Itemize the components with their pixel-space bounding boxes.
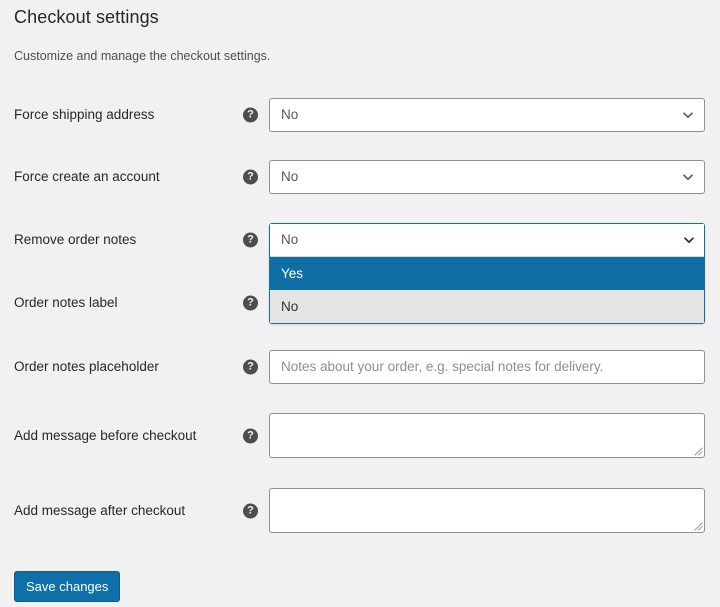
help-icon[interactable]: ?	[243, 232, 258, 248]
help-icon[interactable]: ?	[243, 107, 258, 123]
help-icon[interactable]: ?	[243, 295, 258, 311]
setting-row-force-shipping-address: Force shipping address ? No	[0, 98, 720, 132]
help-icon[interactable]: ?	[243, 503, 258, 518]
select-force-create-an-account[interactable]: No	[269, 160, 705, 194]
textarea-add-message-after-checkout[interactable]	[269, 488, 705, 533]
label-add-message-before-checkout: Add message before checkout	[14, 428, 197, 443]
resize-grip-icon[interactable]	[691, 444, 703, 456]
setting-row-order-notes-placeholder: Order notes placeholder ? Notes about yo…	[0, 350, 720, 384]
input-placeholder-order-notes-placeholder: Notes about your order, e.g. special not…	[281, 359, 604, 374]
input-order-notes-placeholder[interactable]: Notes about your order, e.g. special not…	[269, 350, 705, 384]
dropdown-value-text: No	[281, 232, 299, 247]
select-value-force-create-an-account: No	[281, 169, 299, 184]
label-remove-order-notes: Remove order notes	[14, 232, 137, 247]
chevron-down-icon	[681, 108, 695, 122]
setting-row-add-message-before-checkout: Add message before checkout ?	[0, 413, 720, 458]
dropdown-option-list: Yes No	[270, 256, 704, 323]
label-force-shipping-address: Force shipping address	[14, 107, 155, 122]
resize-grip-icon[interactable]	[691, 519, 703, 531]
save-changes-button[interactable]: Save changes	[14, 571, 121, 602]
checkout-settings-page: Checkout settings Customize and manage t…	[0, 0, 720, 607]
chevron-down-icon	[681, 170, 695, 184]
help-icon[interactable]: ?	[243, 428, 258, 443]
label-order-notes-placeholder: Order notes placeholder	[14, 359, 159, 374]
field-wrap-force-create-an-account: No	[269, 160, 705, 194]
field-wrap-order-notes-placeholder: Notes about your order, e.g. special not…	[269, 350, 705, 384]
field-wrap-add-message-before-checkout	[269, 413, 705, 458]
page-title: Checkout settings	[14, 7, 159, 27]
label-order-notes-label: Order notes label	[14, 295, 118, 310]
help-icon[interactable]: ?	[243, 359, 258, 375]
dropdown-selected-value[interactable]: No	[270, 224, 704, 256]
chevron-down-icon	[682, 233, 696, 247]
select-value-force-shipping-address: No	[281, 107, 299, 122]
dropdown-option-yes[interactable]: Yes	[270, 257, 704, 290]
page-subtitle: Customize and manage the checkout settin…	[14, 49, 271, 63]
field-wrap-add-message-after-checkout	[269, 488, 705, 533]
field-wrap-force-shipping-address: No	[269, 98, 705, 132]
setting-row-force-create-an-account: Force create an account ? No	[0, 160, 720, 194]
dropdown-option-no[interactable]: No	[270, 290, 704, 323]
label-add-message-after-checkout: Add message after checkout	[14, 503, 186, 518]
dropdown-remove-order-notes-open[interactable]: No Yes No	[269, 223, 705, 324]
textarea-add-message-before-checkout[interactable]	[269, 413, 705, 458]
setting-row-add-message-after-checkout: Add message after checkout ?	[0, 488, 720, 533]
label-force-create-an-account: Force create an account	[14, 169, 160, 184]
help-icon[interactable]: ?	[243, 169, 258, 185]
select-force-shipping-address[interactable]: No	[269, 98, 705, 132]
